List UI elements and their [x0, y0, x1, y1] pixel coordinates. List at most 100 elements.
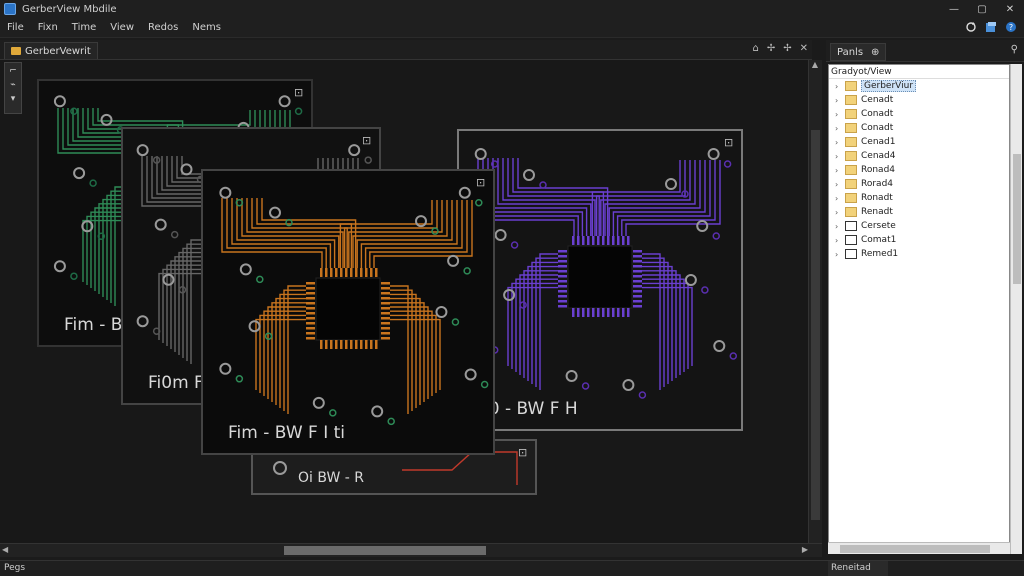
panels-tab-label: Panls [837, 46, 864, 58]
board-label: Oi BW - R [298, 470, 364, 486]
layers-icon[interactable] [984, 20, 998, 34]
folder-icon [845, 165, 857, 175]
side-toolbar: ⌐ ⌁ ▾ [4, 62, 22, 114]
canvas-horizontal-scrollbar[interactable]: ◀ ▶ [0, 543, 822, 557]
pcb-board[interactable]: Fim - BW F I ti ⊡ [201, 169, 495, 455]
right-panel-tab-bar: Panls ⊕ ⚲ [826, 40, 1024, 62]
menu-time[interactable]: Time [65, 22, 103, 33]
expand-chevron-icon[interactable]: › [835, 236, 845, 245]
board-label: Fim - BW F I ti [228, 423, 345, 443]
maximize-button[interactable]: ▢ [968, 0, 996, 18]
pcb-board[interactable]: l0 - BW F H ⊡ [457, 129, 743, 431]
tree-item-label: Rorad4 [861, 179, 894, 189]
menu-file[interactable]: File [0, 22, 31, 33]
more-tools-icon[interactable]: ▾ [11, 94, 16, 104]
layer-tree: Gradyot/View › GerberViur › Cenadt › Conadt › C… [828, 64, 1010, 554]
refresh-icon[interactable] [964, 20, 978, 34]
expand-chevron-icon[interactable]: › [835, 194, 845, 203]
scroll-thumb[interactable] [840, 545, 990, 553]
tab-pin-icon[interactable]: ✢ [783, 43, 791, 54]
tree-item-label: Cenad4 [861, 151, 896, 161]
expand-chevron-icon[interactable]: › [835, 152, 845, 161]
expand-chevron-icon[interactable]: › [835, 82, 845, 91]
menu-fixn[interactable]: Fixn [31, 22, 65, 33]
tab-close-icon[interactable]: ✕ [800, 43, 808, 54]
menu-redos[interactable]: Redos [141, 22, 185, 33]
tree-item[interactable]: › Renadt [829, 205, 1009, 219]
folder-icon [845, 81, 857, 91]
pin-icon[interactable]: ⚲ [1011, 44, 1018, 55]
tree-item[interactable]: › Cenad1 [829, 135, 1009, 149]
tree-vertical-scrollbar[interactable] [1010, 64, 1022, 554]
board-pin-icon[interactable]: ⊡ [362, 134, 371, 147]
title-bar: GerberView Mbdile — ▢ ✕ [0, 0, 1024, 18]
tab-panels[interactable]: Panls ⊕ [830, 43, 887, 61]
folder-icon [845, 123, 857, 133]
board-pin-icon[interactable]: ⊡ [476, 176, 485, 189]
tree-item-label: Renadt [861, 207, 893, 217]
tab-home-icon[interactable]: ⌂ [752, 43, 758, 54]
scroll-up-icon[interactable]: ▲ [809, 60, 821, 72]
tree-item-label: Ronad4 [861, 165, 896, 175]
tree-item-label: Ronadt [861, 193, 893, 203]
menu-nems[interactable]: Nems [185, 22, 228, 33]
tree-item[interactable]: › Cersete [829, 219, 1009, 233]
expand-chevron-icon[interactable]: › [835, 208, 845, 217]
tree-item[interactable]: › Conadt [829, 107, 1009, 121]
folder-icon [845, 207, 857, 217]
gerber-canvas[interactable]: Fim - BW F I H⊡Fi0m F H⊡l0 - BW F H⊡Oi B… [0, 60, 808, 543]
tree-item[interactable]: › GerberViur [829, 79, 1009, 93]
tree-item[interactable]: › Cenadt [829, 93, 1009, 107]
scroll-thumb[interactable] [811, 130, 820, 520]
expand-chevron-icon[interactable]: › [835, 166, 845, 175]
expand-chevron-icon[interactable]: › [835, 96, 845, 105]
app-icon [4, 3, 16, 15]
scroll-left-icon[interactable]: ◀ [2, 545, 8, 554]
menu-view[interactable]: View [103, 22, 141, 33]
tree-item-label: Cersete [861, 221, 896, 231]
window-title: GerberView Mbdile [22, 3, 117, 15]
select-tool-icon[interactable]: ⌐ [9, 66, 17, 76]
document-icon [845, 249, 857, 259]
tree-item[interactable]: › Cenad4 [829, 149, 1009, 163]
menu-bar: File Fixn Time View Redos Nems ? [0, 18, 1024, 38]
folder-icon [845, 179, 857, 189]
canvas-vertical-scrollbar[interactable]: ▲ [808, 60, 822, 543]
expand-chevron-icon[interactable]: › [835, 180, 845, 189]
expand-chevron-icon[interactable]: › [835, 222, 845, 231]
expand-chevron-icon[interactable]: › [835, 124, 845, 133]
scroll-right-icon[interactable]: ▶ [802, 545, 808, 554]
board-pin-icon[interactable]: ⊡ [724, 136, 733, 149]
tree-item-label: Cenad1 [861, 137, 896, 147]
document-tab[interactable]: GerberVewrit [4, 42, 98, 59]
tree-item[interactable]: › Remed1 [829, 247, 1009, 261]
minimize-button[interactable]: — [940, 0, 968, 18]
panels-tab-icon[interactable]: ⊕ [871, 47, 879, 58]
tree-item[interactable]: › Comat1 [829, 233, 1009, 247]
board-pin-icon[interactable]: ⊡ [294, 86, 303, 99]
tree-item[interactable]: › Rorad4 [829, 177, 1009, 191]
tree-horizontal-scrollbar[interactable] [828, 542, 1010, 554]
tree-item[interactable]: › Conadt [829, 121, 1009, 135]
help-icon[interactable]: ? [1004, 20, 1018, 34]
folder-icon [845, 193, 857, 203]
expand-chevron-icon[interactable]: › [835, 250, 845, 259]
scroll-thumb[interactable] [284, 546, 486, 555]
tree-header: Gradyot/View [829, 65, 1009, 79]
board-pin-icon[interactable]: ⊡ [518, 446, 527, 459]
expand-chevron-icon[interactable]: › [835, 138, 845, 147]
folder-icon [845, 95, 857, 105]
tree-item[interactable]: › Ronadt [829, 191, 1009, 205]
status-left: Pegs [4, 563, 26, 573]
close-button[interactable]: ✕ [996, 0, 1024, 18]
tab-move-icon[interactable]: ✢ [767, 43, 775, 54]
status-right: Reneitad [828, 561, 888, 576]
measure-tool-icon[interactable]: ⌁ [10, 80, 15, 90]
scroll-thumb[interactable] [1013, 154, 1021, 284]
pcb-layers[interactable]: Fim - BW F I H⊡Fi0m F H⊡l0 - BW F H⊡Oi B… [0, 60, 808, 543]
document-icon [845, 221, 857, 231]
tree-item-label: Cenadt [861, 95, 894, 105]
expand-chevron-icon[interactable]: › [835, 110, 845, 119]
tree-item[interactable]: › Ronad4 [829, 163, 1009, 177]
document-tab-label: GerberVewrit [25, 45, 91, 57]
